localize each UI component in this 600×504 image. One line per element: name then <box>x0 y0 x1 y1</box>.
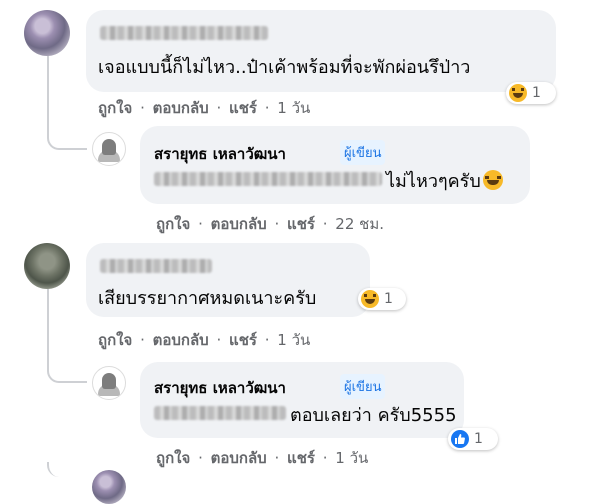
separator: · <box>322 449 328 467</box>
separator: · <box>216 99 222 117</box>
avatar[interactable] <box>24 10 70 56</box>
haha-icon <box>361 290 379 308</box>
reply-actions: ถูกใจ · ตอบกลับ · แชร์ · 1 วัน <box>156 446 368 470</box>
reply-button[interactable]: ตอบกลับ <box>211 215 267 233</box>
separator: · <box>198 449 203 467</box>
comment-actions: ถูกใจ · ตอบกลับ · แชร์ · 1 วัน <box>98 96 310 120</box>
thread-connector <box>47 462 87 477</box>
avatar[interactable] <box>92 470 126 504</box>
author-badge: ผู้เขียน <box>340 374 386 399</box>
thread-connector <box>47 120 87 150</box>
haha-icon <box>509 84 527 102</box>
reply-actions: ถูกใจ · ตอบกลับ · แชร์ · 22 ชม. <box>156 212 384 236</box>
share-button[interactable]: แชร์ <box>229 99 257 117</box>
share-button[interactable]: แชร์ <box>287 449 315 467</box>
timestamp[interactable]: 22 ชม. <box>335 215 384 233</box>
laughing-emoji-icon <box>482 170 503 190</box>
separator: · <box>140 331 145 349</box>
comment-text: เจอแบบนี้ก็ไม่ไหว..ป๋าเค้าพร้อมที่จะพักผ… <box>98 57 471 78</box>
reaction-count: 1 <box>384 291 393 307</box>
author-name[interactable]: สรายุทธ เหลาวัฒนา <box>154 376 286 400</box>
reply-button[interactable]: ตอบกลับ <box>153 331 209 349</box>
thread-connector <box>47 353 87 383</box>
separator: · <box>264 331 270 349</box>
blurred-mention <box>154 406 286 420</box>
share-button[interactable]: แชร์ <box>287 215 315 233</box>
timestamp[interactable]: 1 วัน <box>277 99 310 117</box>
reply-text: ตอบเลยว่า ครับ5555 <box>290 405 457 426</box>
like-button[interactable]: ถูกใจ <box>156 215 190 233</box>
reaction-summary[interactable]: 1 <box>448 428 498 450</box>
like-button[interactable]: ถูกใจ <box>98 99 132 117</box>
author-badge: ผู้เขียน <box>340 140 386 165</box>
share-button[interactable]: แชร์ <box>229 331 257 349</box>
avatar[interactable] <box>24 243 70 289</box>
timestamp[interactable]: 1 วัน <box>335 449 368 467</box>
reaction-summary[interactable]: 1 <box>358 288 406 310</box>
separator: · <box>322 215 328 233</box>
like-button[interactable]: ถูกใจ <box>156 449 190 467</box>
author-avatar[interactable] <box>92 132 126 166</box>
comment-bubble: เจอแบบนี้ก็ไม่ไหว..ป๋าเค้าพร้อมที่จะพักผ… <box>86 10 556 92</box>
separator: · <box>216 331 222 349</box>
reply-text-content: ไม่ไหวๆครับ <box>386 171 481 192</box>
reply-button[interactable]: ตอบกลับ <box>211 449 267 467</box>
separator: · <box>274 449 280 467</box>
thread-line <box>47 283 49 353</box>
comment-actions: ถูกใจ · ตอบกลับ · แชร์ · 1 วัน <box>98 328 310 352</box>
reply-text: ไม่ไหวๆครับ <box>386 166 503 195</box>
separator: · <box>264 99 270 117</box>
comment-text: เสียบรรยากาศหมดเนาะครับ <box>98 288 317 309</box>
separator: · <box>198 215 203 233</box>
reaction-count: 1 <box>532 85 541 101</box>
reply-bubble: สรายุทธ เหลาวัฒนา ผู้เขียน ไม่ไหวๆครับ <box>140 126 530 204</box>
timestamp[interactable]: 1 วัน <box>277 331 310 349</box>
reaction-summary[interactable]: 1 <box>506 82 556 104</box>
blurred-mention <box>154 172 382 186</box>
comment-bubble: เสียบรรยากาศหมดเนาะครับ <box>86 243 370 317</box>
reaction-count: 1 <box>474 431 483 447</box>
like-button[interactable]: ถูกใจ <box>98 331 132 349</box>
author-name[interactable]: สรายุทธ เหลาวัฒนา <box>154 142 286 166</box>
reply-button[interactable]: ตอบกลับ <box>153 99 209 117</box>
separator: · <box>274 215 280 233</box>
separator: · <box>140 99 145 117</box>
blurred-commenter-name <box>100 26 268 40</box>
like-icon <box>451 430 469 448</box>
author-avatar[interactable] <box>92 366 126 400</box>
blurred-commenter-name <box>100 259 212 273</box>
reply-bubble: สรายุทธ เหลาวัฒนา ผู้เขียน ตอบเลยว่า ครั… <box>140 362 464 438</box>
